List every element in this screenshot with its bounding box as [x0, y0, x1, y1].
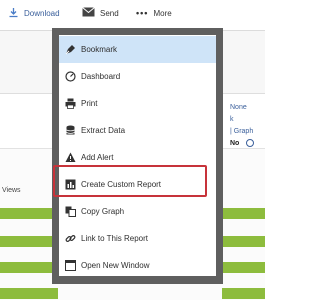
- menu-item-bookmark[interactable]: Bookmark: [59, 36, 216, 63]
- menu-item-label: Bookmark: [81, 45, 118, 54]
- more-button[interactable]: ••• More: [136, 6, 172, 20]
- menu-item-open-new-window[interactable]: Open New Window: [59, 252, 216, 279]
- database-icon: [65, 125, 76, 136]
- right-panel: [222, 94, 265, 148]
- info-icon[interactable]: [246, 139, 254, 147]
- table-bar: [222, 288, 265, 299]
- table-bar: [222, 262, 265, 273]
- dashboard-icon: [65, 71, 76, 82]
- left-panel: [0, 94, 58, 148]
- menu-item-label: Extract Data: [81, 126, 126, 135]
- side-k-text: k: [230, 116, 234, 123]
- table-bar: [222, 208, 265, 219]
- link-icon: [65, 233, 76, 244]
- views-column-label: Views: [2, 187, 21, 194]
- copy-icon: [65, 206, 76, 217]
- alert-icon: [65, 152, 76, 163]
- menu-item-extract-data[interactable]: Extract Data: [59, 117, 216, 144]
- menu-item-label: Dashboard: [81, 72, 121, 81]
- table-bar: [0, 236, 58, 247]
- menu-item-link-to-report[interactable]: Link to This Report: [59, 225, 216, 252]
- menu-item-label: Copy Graph: [81, 207, 125, 216]
- print-icon: [65, 98, 76, 109]
- table-bar: [0, 288, 58, 299]
- table-bar: [222, 236, 265, 247]
- bookmark-icon: [65, 44, 76, 55]
- window-icon: [65, 260, 76, 271]
- side-no-text: No: [230, 140, 240, 147]
- download-icon: [8, 7, 19, 20]
- more-dots-icon: •••: [136, 8, 149, 18]
- highlight-box: [53, 165, 207, 197]
- more-label: More: [153, 8, 172, 18]
- envelope-icon: [82, 7, 95, 19]
- menu-item-label: Print: [81, 99, 98, 108]
- toolbar: Download Send ••• More: [0, 0, 265, 30]
- more-menu: Bookmark Dashboard Print Extract Data Ad: [52, 28, 223, 284]
- menu-item-label: Link to This Report: [81, 234, 148, 243]
- menu-item-label: Add Alert: [81, 153, 114, 162]
- send-label: Send: [100, 8, 119, 18]
- menu-item-copy-graph[interactable]: Copy Graph: [59, 198, 216, 225]
- more-menu-list: Bookmark Dashboard Print Extract Data Ad: [59, 35, 216, 276]
- menu-item-dashboard[interactable]: Dashboard: [59, 63, 216, 90]
- send-button[interactable]: Send: [82, 6, 119, 20]
- menu-item-print[interactable]: Print: [59, 90, 216, 117]
- side-none-link[interactable]: None: [230, 104, 247, 111]
- table-bar: [0, 262, 58, 273]
- menu-item-label: Open New Window: [81, 261, 150, 270]
- table-bar: [0, 208, 58, 219]
- download-label: Download: [24, 8, 60, 18]
- side-graph-link[interactable]: | Graph: [230, 128, 253, 135]
- download-button[interactable]: Download: [8, 6, 60, 20]
